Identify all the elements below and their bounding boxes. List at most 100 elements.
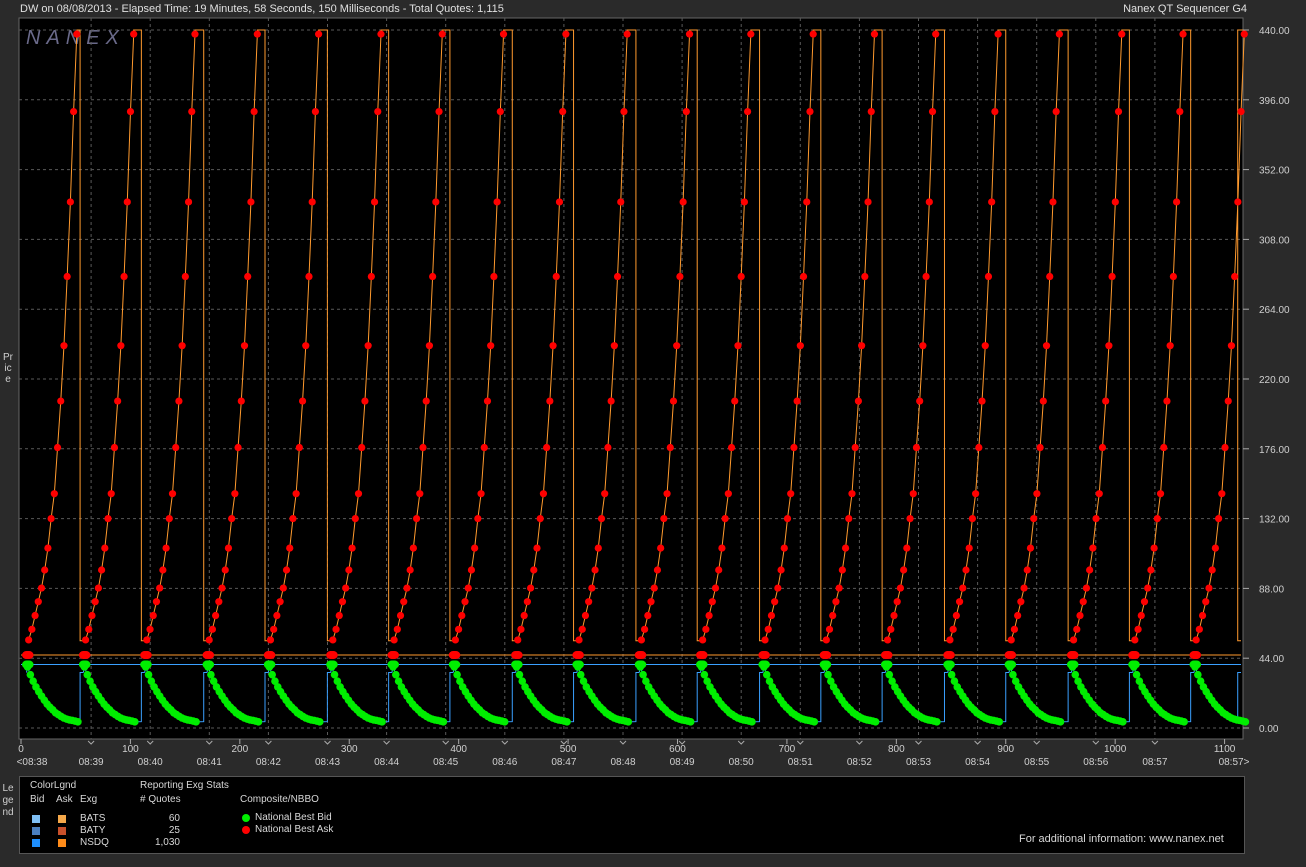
bid-point [624, 718, 633, 726]
ask-point [1237, 107, 1245, 116]
ask-point [1114, 107, 1123, 116]
ask-point [1055, 30, 1063, 38]
ask-point [461, 598, 469, 606]
time-tick-label: 08:47 [551, 757, 576, 768]
ask-point [335, 611, 343, 620]
bid-point [207, 670, 215, 679]
bid-point [23, 663, 32, 671]
ask-point [928, 107, 937, 116]
time-tick-label: 08:42 [256, 757, 281, 768]
y-tick-label: 176.00 [1259, 445, 1290, 456]
ask-point [1176, 107, 1184, 116]
ask-point [419, 443, 427, 452]
ask-point [422, 397, 430, 405]
ask-point [562, 30, 570, 38]
time-tick [1151, 740, 1159, 745]
ask-point [94, 584, 102, 592]
legend-side-label: Legend [2, 783, 14, 818]
ask-point [575, 636, 583, 644]
ask-point [152, 598, 161, 606]
ask-point [1020, 584, 1028, 592]
ask-point [412, 515, 421, 523]
ask-point [890, 611, 898, 620]
ask-point [740, 198, 748, 206]
bid-point [760, 663, 768, 671]
bid-point [1006, 663, 1014, 671]
ask-point [237, 397, 245, 405]
time-tick [442, 740, 450, 745]
ask-point [1079, 598, 1087, 606]
ask-point [483, 397, 492, 405]
color-legend-title: ColorLgnd [30, 780, 77, 791]
ask-point [57, 397, 65, 405]
ask-point [338, 598, 347, 606]
bid-point [1119, 718, 1127, 726]
ask-point [172, 443, 180, 452]
legend-col-ask: Ask [56, 794, 73, 805]
bid-point [315, 718, 324, 726]
ask-point [390, 636, 398, 644]
nsdq-ask-swatch [58, 839, 66, 847]
ask-point [117, 342, 125, 350]
ask-point [1198, 611, 1207, 620]
ask-point [41, 566, 49, 574]
ask-point [552, 272, 560, 281]
ask-point [403, 584, 411, 592]
ask-point [224, 544, 233, 552]
ask-point [499, 30, 508, 38]
exchange-name: NSDQ [80, 837, 109, 848]
ask-point [1030, 515, 1038, 523]
ask-hold-point [205, 651, 215, 660]
x-tick-label: 200 [231, 744, 248, 755]
ask-point [1046, 272, 1054, 281]
bid-point [392, 670, 400, 679]
ask-point [597, 515, 606, 523]
ask-point [708, 598, 716, 606]
ask-point [731, 397, 739, 405]
ask-point [240, 342, 249, 350]
ask-point [854, 397, 863, 405]
ask-point [44, 544, 52, 552]
bid-point [130, 718, 139, 726]
bid-point [1009, 670, 1017, 679]
ask-point [286, 544, 294, 552]
ask-point [851, 443, 859, 452]
time-tick [915, 740, 922, 745]
ask-point [581, 611, 590, 620]
ask-point [959, 584, 967, 592]
bid-point [636, 663, 645, 671]
ask-point [848, 490, 856, 498]
ask-point [218, 584, 226, 592]
ask-point [972, 490, 980, 498]
ask-point [66, 198, 74, 206]
time-tick-label: <08:38 [17, 757, 48, 768]
time-tick [974, 740, 981, 745]
ask-point [530, 566, 538, 574]
ask-point [517, 625, 525, 633]
ask-point [101, 544, 109, 552]
ask-point [1137, 611, 1145, 620]
bid-point [1056, 718, 1065, 726]
ask-point [1131, 636, 1139, 644]
ask-point [715, 566, 723, 574]
ask-point [796, 342, 804, 350]
ask-point [60, 342, 68, 350]
time-tick-label: 08:41 [197, 757, 222, 768]
bid-point [639, 670, 647, 679]
ask-point [295, 443, 303, 452]
ask-point [774, 584, 782, 592]
bid-point [80, 663, 89, 671]
ask-point [539, 490, 548, 498]
ask-point [793, 397, 801, 405]
bid-point [1071, 670, 1080, 679]
ask-point [1156, 490, 1165, 498]
ask-point [663, 490, 671, 498]
ask-point [107, 490, 115, 498]
ask-point [292, 490, 300, 498]
bid-point [1194, 670, 1202, 679]
ask-point [669, 397, 678, 405]
ask-point [406, 566, 414, 574]
ask-point [332, 625, 340, 633]
ask-point [727, 443, 736, 452]
time-tick-label: 08:50 [729, 757, 754, 768]
